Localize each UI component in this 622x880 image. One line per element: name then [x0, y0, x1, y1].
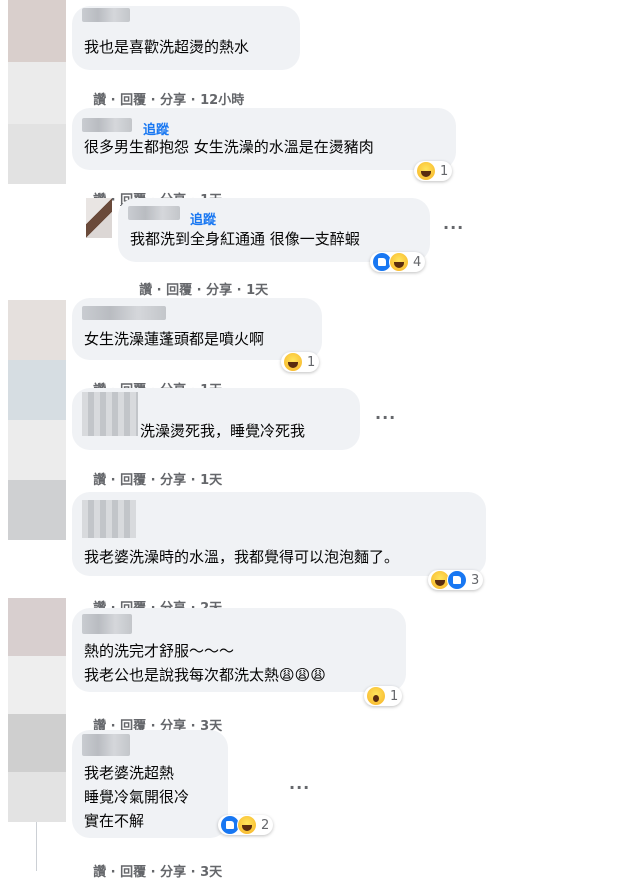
- comment-text-line: 我老婆洗超熱: [84, 764, 175, 782]
- reaction-summary[interactable]: 3: [428, 570, 484, 590]
- reaction-count: 1: [440, 163, 449, 179]
- timestamp[interactable]: 12小時: [200, 93, 244, 108]
- like-button[interactable]: 讚: [93, 865, 106, 880]
- timestamp[interactable]: 1天: [246, 283, 268, 298]
- like-button[interactable]: 讚: [93, 473, 106, 488]
- more-options-icon[interactable]: ···: [289, 778, 310, 797]
- reply-button[interactable]: 回覆: [120, 865, 146, 880]
- share-button[interactable]: 分享: [206, 283, 232, 298]
- like-button[interactable]: 讚: [139, 283, 152, 298]
- comment-actions: 讚 · 回覆 · 分享 · 3天: [93, 865, 223, 880]
- haha-icon: [283, 352, 303, 372]
- comment-text: 洗澡燙死我，睡覺冷死我: [140, 422, 306, 440]
- reaction-count: 1: [307, 354, 316, 370]
- share-button[interactable]: 分享: [160, 93, 186, 108]
- avatar: [8, 0, 66, 62]
- avatar: [8, 420, 66, 480]
- avatar[interactable]: [86, 198, 112, 238]
- like-button[interactable]: 讚: [93, 93, 106, 108]
- reply-button[interactable]: 回覆: [120, 473, 146, 488]
- comment-text: 很多男生都抱怨 女生洗澡的水溫是在燙豬肉: [84, 138, 374, 156]
- haha-icon: [237, 815, 257, 835]
- reaction-summary[interactable]: 1: [364, 686, 403, 706]
- avatar: [8, 480, 66, 540]
- avatar: [8, 62, 66, 124]
- thread-line: [36, 822, 37, 871]
- avatar: [8, 300, 66, 360]
- share-button[interactable]: 分享: [160, 473, 186, 488]
- haha-icon: [389, 252, 409, 272]
- reply-button[interactable]: 回覆: [120, 93, 146, 108]
- timestamp[interactable]: 1天: [200, 473, 222, 488]
- avatar: [8, 714, 66, 772]
- reaction-count: 4: [413, 254, 422, 270]
- comment-text-line: 睡覺冷氣開很冷: [84, 788, 190, 806]
- comment-text: 我都洗到全身紅通通 很像一支醉蝦: [130, 230, 360, 248]
- comment-actions: 讚 · 回覆 · 分享 · 1天: [93, 473, 223, 488]
- commenter-name[interactable]: [82, 306, 166, 320]
- avatar-strip: [0, 0, 72, 871]
- wow-icon: [366, 686, 386, 706]
- avatar: [8, 598, 66, 656]
- follow-link[interactable]: 追蹤: [190, 209, 216, 228]
- commenter-name[interactable]: [82, 734, 130, 756]
- commenter-name[interactable]: [82, 500, 136, 538]
- comment-text-line: 實在不解: [84, 812, 145, 830]
- reaction-summary[interactable]: 2: [218, 815, 274, 835]
- timestamp[interactable]: 3天: [200, 865, 222, 880]
- more-options-icon[interactable]: ···: [443, 218, 464, 237]
- comment-text-line: 我老公也是說我每次都洗太熱😩😩😩: [84, 666, 326, 684]
- like-icon: [447, 570, 467, 590]
- reaction-summary[interactable]: 1: [414, 161, 453, 181]
- commenter-name[interactable]: [82, 614, 132, 634]
- avatar: [8, 360, 66, 420]
- haha-icon: [416, 161, 436, 181]
- commenter-name[interactable]: [82, 392, 138, 436]
- reaction-summary[interactable]: 1: [281, 352, 320, 372]
- comment-text: 女生洗澡蓮蓬頭都是噴火啊: [84, 330, 265, 348]
- more-options-icon[interactable]: ···: [375, 408, 396, 427]
- avatar: [8, 124, 66, 184]
- comment-actions: 讚 · 回覆 · 分享 · 3天: [93, 719, 223, 734]
- reaction-count: 2: [261, 817, 270, 833]
- avatar: [8, 772, 66, 822]
- reaction-count: 1: [390, 688, 399, 704]
- commenter-name[interactable]: [82, 118, 132, 132]
- reaction-summary[interactable]: 4: [370, 252, 426, 272]
- reaction-count: 3: [471, 572, 480, 588]
- commenter-name[interactable]: [82, 8, 130, 22]
- comment-text: 我老婆洗澡時的水溫，我都覺得可以泡泡麵了。: [84, 548, 400, 566]
- commenter-name[interactable]: [128, 206, 180, 220]
- comment-actions: 讚 · 回覆 · 分享 · 1天: [139, 283, 269, 298]
- comment-text-line: 熱的洗完才舒服～～～: [84, 642, 235, 660]
- avatar: [8, 656, 66, 714]
- reply-button[interactable]: 回覆: [166, 283, 192, 298]
- comment-text: 我也是喜歡洗超燙的熱水: [84, 38, 250, 56]
- comment-actions: 讚 · 回覆 · 分享 · 12小時: [93, 93, 245, 108]
- share-button[interactable]: 分享: [160, 865, 186, 880]
